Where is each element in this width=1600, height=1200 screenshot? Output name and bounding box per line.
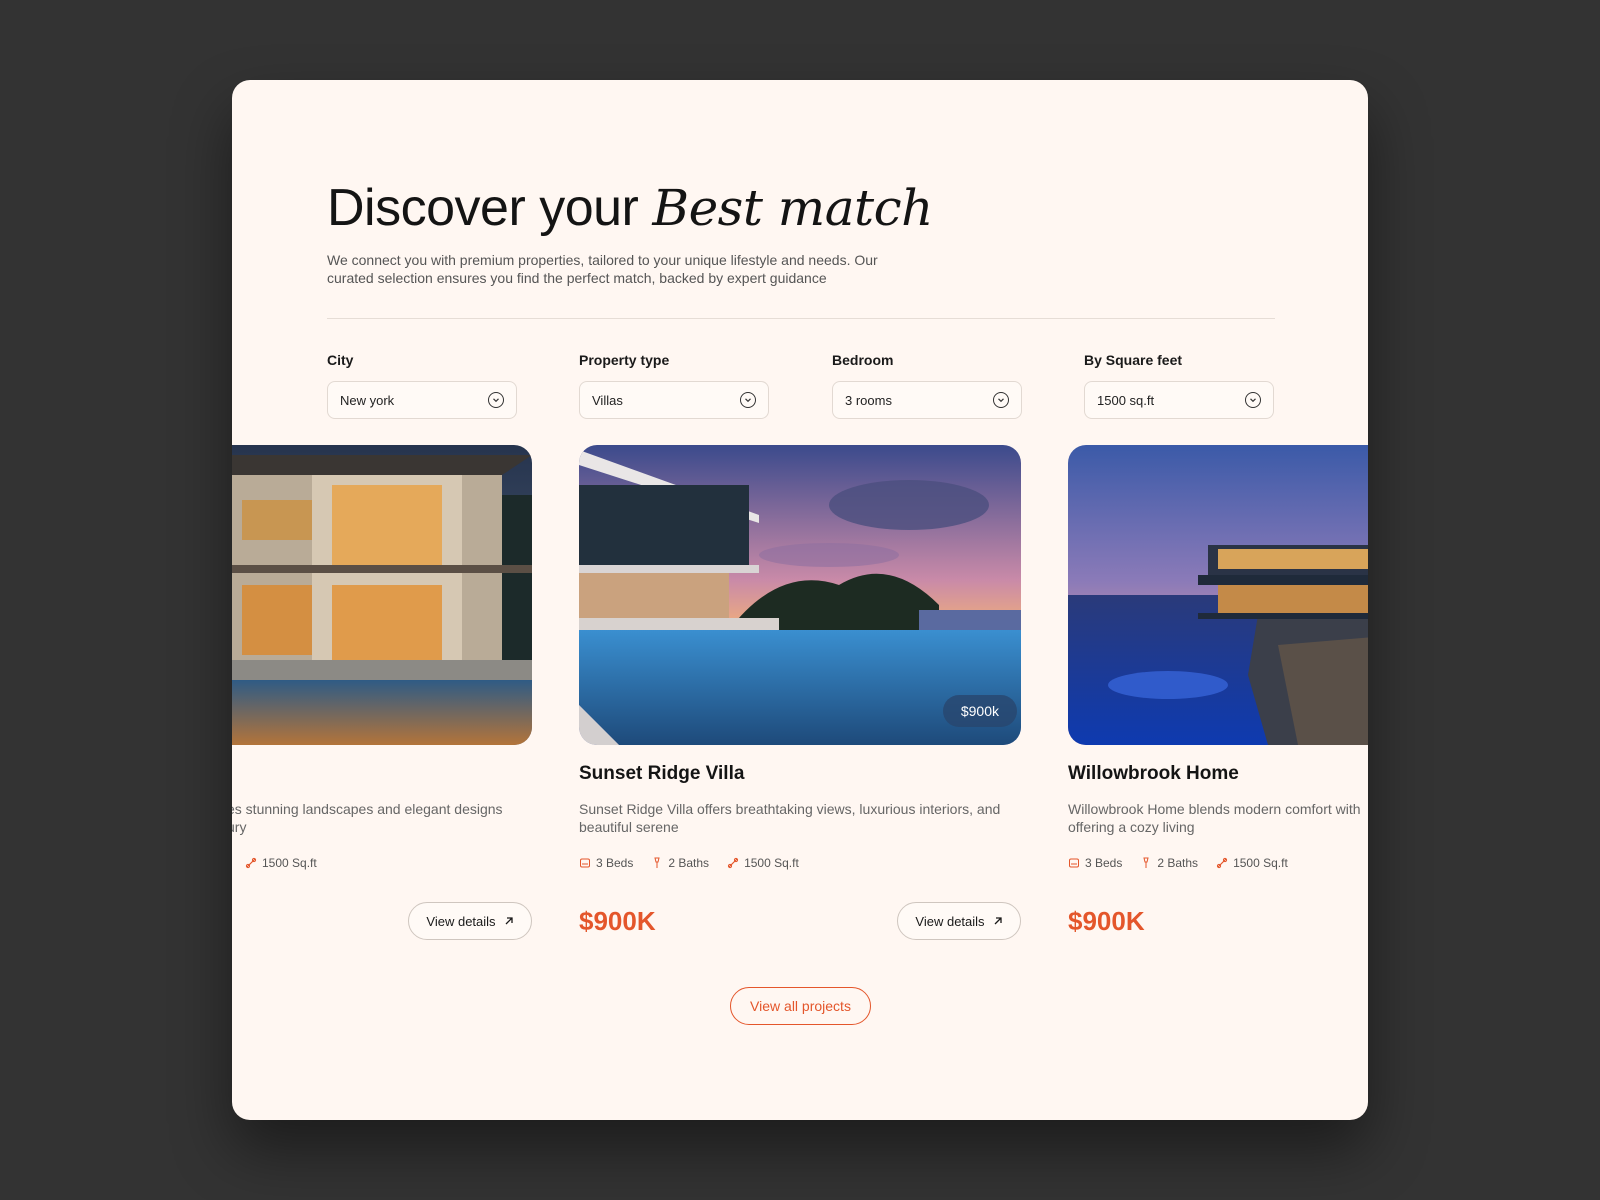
card-stats: 1500 Sq.ft: [245, 856, 317, 870]
stat-sqft: 1500 Sq.ft: [245, 856, 317, 870]
stat-baths: 2 Baths: [651, 856, 709, 870]
title-plain: Discover your: [327, 179, 639, 237]
property-type-value: Villas: [592, 392, 623, 408]
stat-sqft: 1500 Sq.ft: [727, 856, 799, 870]
stat-baths: 2 Baths: [1140, 856, 1198, 870]
bed-icon: [580, 858, 590, 868]
square-feet-select[interactable]: 1500 sq.ft: [1084, 381, 1274, 419]
chevron-down-icon: [1245, 392, 1261, 408]
view-details-button[interactable]: View details: [408, 902, 532, 940]
stat-beds: 3 Beds: [1068, 856, 1122, 870]
ruler-icon: [727, 857, 739, 869]
property-type-select[interactable]: Villas: [579, 381, 769, 419]
card-description: Willowbrook Home blends modern comfort w…: [1068, 801, 1361, 835]
listing-panel: Discover your Best match We connect you …: [232, 80, 1368, 1120]
arrow-up-right-icon: [505, 917, 513, 925]
city-label: City: [327, 352, 354, 368]
square-feet-value: 1500 sq.ft: [1097, 392, 1155, 408]
bedroom-select[interactable]: 3 rooms: [832, 381, 1022, 419]
card-price: $900K: [1068, 906, 1145, 936]
city-select[interactable]: New york: [327, 381, 517, 419]
bed-icon: [1069, 858, 1079, 868]
card-stats: 3 Beds 2 Baths 1500 Sq.ft: [1068, 856, 1288, 870]
card-description: es stunning landscapes and elegant desig…: [232, 801, 503, 835]
page-description: We connect you with premium properties, …: [327, 252, 878, 286]
square-feet-label: By Square feet: [1084, 352, 1183, 368]
card-price: $900K: [579, 906, 656, 936]
stat-sqft: 1500 Sq.ft: [1216, 856, 1288, 870]
ruler-icon: [1216, 857, 1228, 869]
property-image[interactable]: $900k: [579, 445, 1021, 745]
divider: [327, 318, 1275, 319]
card-stats: 3 Beds 2 Baths 1500 Sq.ft: [579, 856, 799, 870]
card-title: Sunset Ridge Villa: [579, 763, 745, 784]
card-description: Sunset Ridge Villa offers breathtaking v…: [579, 801, 1001, 835]
card-title: Willowbrook Home: [1068, 763, 1239, 784]
chevron-down-icon: [993, 392, 1009, 408]
price-badge: $900k: [942, 695, 1017, 727]
chevron-down-icon: [488, 392, 504, 408]
title-italic: Best match: [652, 179, 933, 237]
arrow-up-right-icon: [994, 917, 1002, 925]
bedroom-value: 3 rooms: [845, 392, 892, 408]
stat-beds: 3 Beds: [579, 856, 633, 870]
bath-icon: [1143, 857, 1149, 868]
view-all-projects-button[interactable]: View all projects: [730, 987, 871, 1025]
property-image[interactable]: [232, 445, 532, 745]
property-type-label: Property type: [579, 352, 670, 368]
bedroom-label: Bedroom: [832, 352, 894, 368]
city-value: New york: [340, 392, 395, 408]
ruler-icon: [245, 857, 257, 869]
bath-icon: [654, 857, 660, 868]
page-title: Discover your Best match: [327, 178, 933, 238]
property-image[interactable]: [1068, 445, 1368, 745]
chevron-down-icon: [740, 392, 756, 408]
view-details-button[interactable]: View details: [897, 902, 1021, 940]
